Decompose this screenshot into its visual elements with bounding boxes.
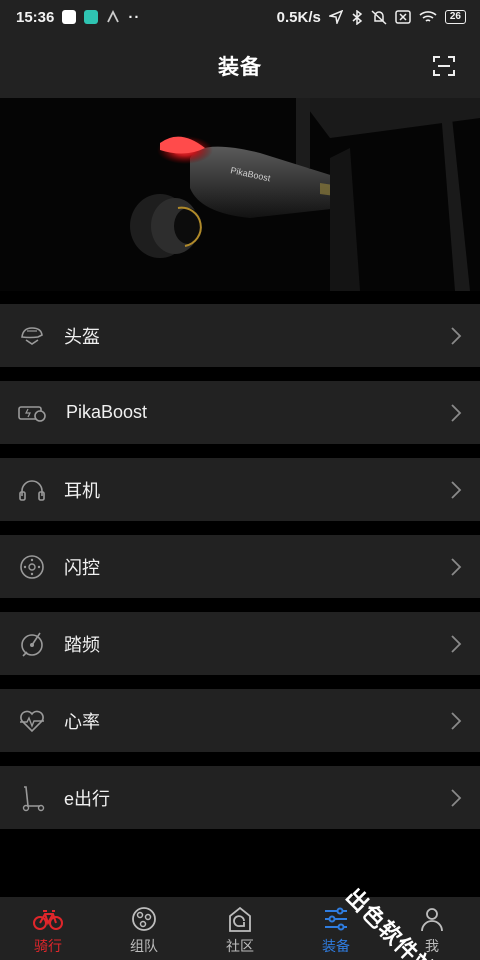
bicycle-icon <box>33 910 63 930</box>
tab-label: 骑行 <box>34 938 62 954</box>
tab-ride[interactable]: 骑行 <box>0 897 96 960</box>
chevron-right-icon <box>451 635 462 653</box>
list-item-remote-control[interactable]: 闪控 <box>0 535 480 598</box>
chevron-right-icon <box>451 404 462 422</box>
chevron-right-icon <box>451 558 462 576</box>
list-item-label: PikaBoost <box>66 402 148 422</box>
headphones-icon <box>19 480 45 501</box>
notification-app-icon <box>62 10 77 24</box>
notification-app-icon <box>84 10 99 24</box>
tab-label: 社区 <box>226 938 254 954</box>
profile-icon <box>421 908 443 932</box>
notification-app-icon <box>107 10 120 23</box>
remote-control-icon <box>20 555 44 579</box>
team-icon <box>132 907 156 931</box>
sim-disabled-icon <box>395 10 411 24</box>
list-item-label: e出行 <box>64 788 111 809</box>
list-item-e-mobility[interactable]: e出行 <box>0 766 480 829</box>
heart-rate-icon <box>20 710 44 733</box>
bluetooth-icon <box>352 9 363 25</box>
list-item-headphones[interactable]: 耳机 <box>0 458 480 521</box>
list-item-label: 头盔 <box>64 326 100 347</box>
tab-label: 装备 <box>322 938 350 954</box>
battery-boost-icon <box>18 406 46 422</box>
list-item-label: 耳机 <box>64 480 100 501</box>
list-item-label: 踏频 <box>64 634 100 655</box>
chevron-right-icon <box>451 327 462 345</box>
scooter-icon <box>22 786 45 812</box>
list-item-cadence[interactable]: 踏频 <box>0 612 480 675</box>
page-title: 装备 <box>218 56 262 79</box>
bike-light-illustration: PikaBoost <box>0 98 480 291</box>
tab-community[interactable]: 社区 <box>192 897 288 960</box>
list-item-pikaboost[interactable]: PikaBoost <box>0 381 480 444</box>
wifi-icon <box>419 11 437 22</box>
page-header: 装备 <box>0 34 480 98</box>
cadence-sensor-icon <box>21 632 43 657</box>
chevron-right-icon <box>451 789 462 807</box>
location-arrow-icon <box>328 10 343 24</box>
chevron-right-icon <box>451 481 462 499</box>
chevron-right-icon <box>451 712 462 730</box>
list-item-heart-rate[interactable]: 心率 <box>0 689 480 752</box>
battery-indicator: 26 <box>444 10 466 24</box>
status-bar: 15:36 ·· 0.5K/s 26 <box>0 0 480 34</box>
network-speed: 0.5K/s <box>276 8 321 26</box>
community-icon <box>229 906 251 932</box>
hero-banner[interactable]: PikaBoost <box>0 98 480 291</box>
list-item-helmet[interactable]: 头盔 <box>0 304 480 367</box>
more-notifications-indicator: ·· <box>128 8 141 26</box>
list-item-label: 心率 <box>64 711 100 732</box>
tab-team[interactable]: 组队 <box>96 897 192 960</box>
status-time: 15:36 <box>16 8 55 26</box>
tab-label: 组队 <box>130 938 158 954</box>
mute-bell-icon <box>371 9 387 25</box>
scan-frame-icon[interactable] <box>432 54 456 78</box>
helmet-icon <box>21 327 43 345</box>
list-item-label: 闪控 <box>64 557 100 578</box>
